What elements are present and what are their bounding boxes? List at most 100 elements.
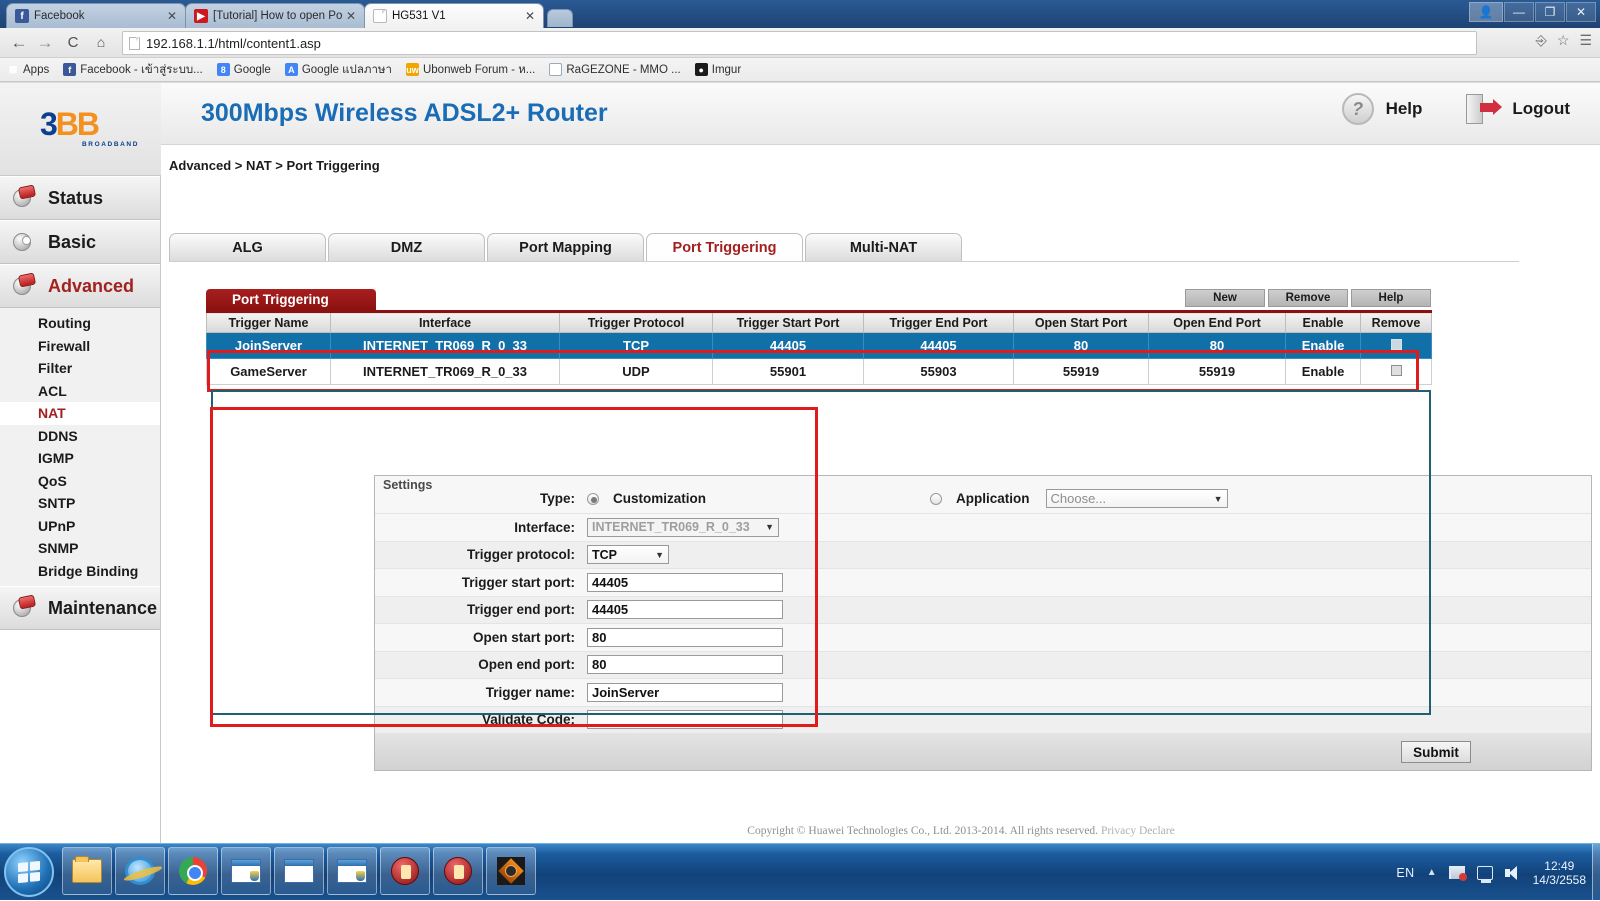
tab-close-icon[interactable]: ✕ — [344, 10, 358, 22]
taskbar-item-window-1[interactable] — [221, 847, 271, 895]
star-icon[interactable]: ☆ — [1557, 32, 1570, 49]
remove-button[interactable]: Remove — [1268, 289, 1348, 307]
help-table-button[interactable]: Help — [1351, 289, 1431, 307]
home-icon[interactable]: ⌂ — [90, 33, 112, 53]
sidebar-item-firewall[interactable]: Firewall — [0, 335, 160, 358]
bookmark-apps[interactable]: ▦ Apps — [6, 63, 49, 76]
sidebar-item-acl[interactable]: ACL — [0, 380, 160, 403]
sidebar-item-basic[interactable]: Basic — [0, 220, 160, 264]
maximize-button[interactable]: ❐ — [1535, 2, 1565, 22]
field-trigger-name: Trigger name: JoinServer — [375, 679, 1591, 707]
sidebar-item-filter[interactable]: Filter — [0, 357, 160, 380]
tab-port-triggering[interactable]: Port Triggering — [646, 233, 803, 261]
settings-title: Settings — [383, 478, 433, 492]
sidebar-item-maintenance[interactable]: Maintenance — [0, 586, 160, 630]
tab-multi-nat[interactable]: Multi-NAT — [805, 233, 962, 261]
show-desktop-button[interactable] — [1592, 844, 1600, 901]
bookmark-label: Imgur — [711, 63, 742, 76]
tab-alg[interactable]: ALG — [169, 233, 326, 261]
windows-start-orb[interactable] — [4, 847, 54, 897]
bookmark-facebook[interactable]: f Facebook - เข้าสู่ระบบ... — [63, 61, 203, 79]
table-row[interactable]: GameServer INTERNET_TR069_R_0_33 UDP 559… — [206, 358, 1432, 385]
radio-customization[interactable] — [587, 492, 599, 505]
print-icon[interactable]: ⎆ — [1536, 32, 1547, 49]
col-trigger-protocol: Trigger Protocol — [559, 311, 713, 333]
sidebar-item-routing[interactable]: Routing — [0, 312, 160, 335]
tab-bar: ALG DMZ Port Mapping Port Triggering Mul… — [169, 233, 964, 261]
remove-checkbox[interactable] — [1390, 339, 1402, 350]
sidebar-item-advanced[interactable]: Advanced — [0, 264, 160, 308]
logout-icon — [1466, 94, 1503, 124]
sidebar-item-ddns[interactable]: DDNS — [0, 425, 160, 448]
copyright-text: Copyright © Huawei Technologies Co., Ltd… — [747, 824, 1175, 837]
back-icon[interactable]: ← — [8, 33, 30, 53]
remove-checkbox[interactable] — [1390, 365, 1402, 376]
sidebar-item-nat[interactable]: NAT — [0, 402, 160, 425]
bookmark-google-translate[interactable]: A Google แปลภาษา — [284, 61, 392, 79]
bookmark-ubonweb[interactable]: uw Ubonweb Forum - ห... — [405, 61, 535, 79]
cell-enable: Enable — [1285, 332, 1361, 359]
privacy-declare-link[interactable]: Privacy Declare — [1101, 825, 1175, 837]
new-tab-button[interactable] — [547, 9, 573, 27]
sidebar-item-snmp[interactable]: SNMP — [0, 537, 160, 560]
forward-icon[interactable]: → — [34, 33, 56, 53]
tab-strip: f Facebook ✕ ▶ [Tutorial] How to open Po… — [6, 2, 573, 28]
sidebar-item-bridge-binding[interactable]: Bridge Binding — [0, 560, 160, 583]
bookmark-google[interactable]: 8 Google — [216, 63, 271, 76]
tab-port-mapping[interactable]: Port Mapping — [487, 233, 644, 261]
volume-icon[interactable] — [1504, 865, 1521, 880]
cell-open-start-port: 55919 — [1013, 358, 1149, 385]
help-button[interactable]: ? Help — [1341, 93, 1422, 125]
taskbar-item-chrome[interactable] — [168, 847, 218, 895]
type-row: Type: Customization Application Choose..… — [375, 476, 1591, 514]
minimize-button[interactable]: — — [1504, 2, 1534, 22]
flag-action-center-icon[interactable] — [1448, 866, 1467, 881]
interface-select[interactable]: INTERNET_TR069_R_0_33 ▼ — [587, 517, 779, 537]
address-bar[interactable]: 192.168.1.1/html/content1.asp — [122, 31, 1477, 55]
sidebar-item-status[interactable]: Status — [0, 176, 160, 220]
taskbar-item-explorer[interactable] — [62, 847, 112, 895]
tab-close-icon[interactable]: ✕ — [523, 10, 537, 22]
radio-application[interactable] — [930, 492, 942, 505]
browser-tab-tutorial[interactable]: ▶ [Tutorial] How to open Po ✕ — [185, 3, 365, 28]
panel-buttons: New Remove Help — [1185, 289, 1431, 307]
language-indicator[interactable]: EN — [1396, 866, 1414, 880]
bookmark-imgur[interactable]: ● Imgur — [694, 63, 742, 76]
show-hidden-icons-button[interactable]: ▲ — [1427, 867, 1437, 878]
validate-code-input[interactable] — [587, 710, 783, 730]
sidebar-item-sntp[interactable]: SNTP — [0, 492, 160, 515]
taskbar-item-window-2[interactable] — [274, 847, 324, 895]
open-end-port-input[interactable]: 80 — [587, 655, 783, 675]
clock[interactable]: 12:49 14/3/2558 — [1533, 859, 1586, 887]
application-select[interactable]: Choose... ▼ — [1045, 489, 1228, 508]
bookmark-ragezone[interactable]: ★ RaGEZONE - MMO ... — [549, 63, 681, 76]
trigger-end-port-input[interactable]: 44405 — [587, 600, 783, 620]
trigger-protocol-select[interactable]: TCP ▼ — [587, 545, 669, 565]
tab-dmz[interactable]: DMZ — [328, 233, 485, 261]
close-button[interactable]: ✕ — [1566, 2, 1596, 22]
menu-icon[interactable]: ☰ — [1579, 32, 1592, 49]
trigger-start-port-input[interactable]: 44405 — [587, 572, 783, 592]
table-row[interactable]: JoinServer INTERNET_TR069_R_0_33 TCP 444… — [206, 332, 1432, 359]
sidebar-item-qos[interactable]: QoS — [0, 470, 160, 493]
user-icon[interactable]: 👤 — [1469, 2, 1503, 22]
taskbar-item-game-1[interactable] — [380, 847, 430, 895]
reload-icon[interactable]: C — [62, 33, 84, 53]
network-icon[interactable] — [1476, 865, 1493, 883]
taskbar-item-game-3[interactable] — [486, 847, 536, 895]
trigger-name-input[interactable]: JoinServer — [587, 682, 783, 702]
browser-tab-facebook[interactable]: f Facebook ✕ — [6, 3, 186, 28]
submit-button[interactable]: Submit — [1401, 741, 1471, 763]
browser-tab-hg531[interactable]: HG531 V1 ✕ — [364, 3, 544, 28]
sidebar-item-igmp[interactable]: IGMP — [0, 447, 160, 470]
sidebar-item-upnp[interactable]: UPnP — [0, 515, 160, 538]
logout-button[interactable]: Logout — [1466, 94, 1570, 124]
new-button[interactable]: New — [1185, 289, 1265, 307]
taskbar-item-internet-explorer[interactable] — [115, 847, 165, 895]
tab-close-icon[interactable]: ✕ — [165, 10, 179, 22]
taskbar-item-game-2[interactable] — [433, 847, 483, 895]
field-label: Trigger protocol: — [467, 547, 575, 563]
taskbar-item-window-3[interactable] — [327, 847, 377, 895]
open-start-port-input[interactable]: 80 — [587, 627, 783, 647]
apps-grid-icon: ▦ — [8, 64, 18, 74]
